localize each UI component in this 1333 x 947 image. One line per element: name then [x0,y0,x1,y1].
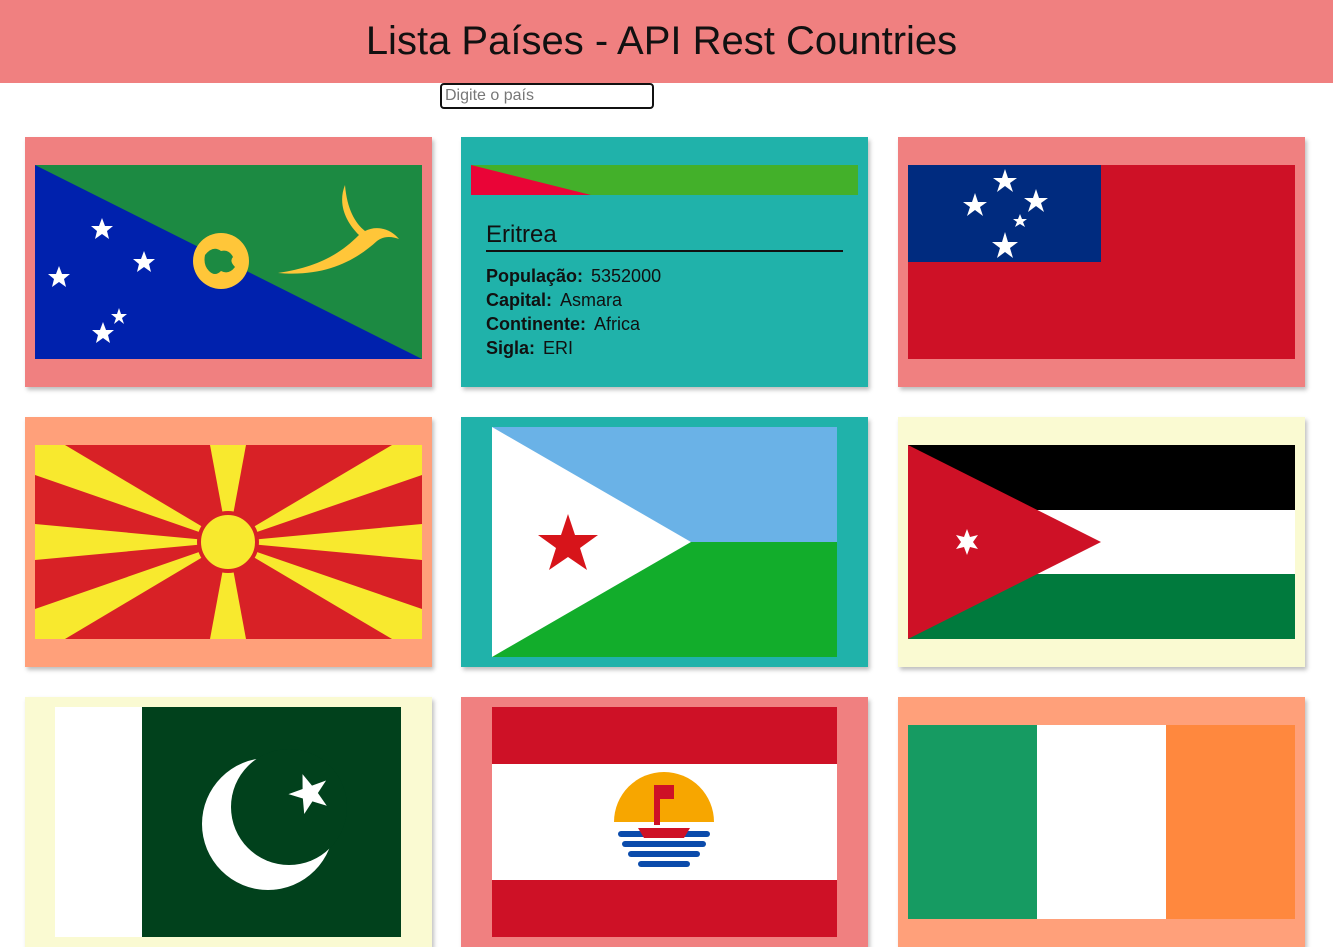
page-title: Lista Países - API Rest Countries [365,19,958,63]
continent-value: Africa [593,314,640,334]
country-card[interactable] [898,137,1305,387]
country-card-eritrea[interactable]: Eritrea População: 5352000 Capital: Asmara… [461,137,868,387]
samoa-flag [908,165,1295,359]
code-row: Sigla: ERI [486,336,843,360]
country-card[interactable] [461,697,868,947]
french-polynesia-flag [492,707,837,937]
population-row: População: 5352000 [486,264,843,288]
country-card[interactable] [25,137,432,387]
country-card[interactable] [898,417,1305,667]
continent-label: Continente: [486,314,586,334]
jordan-flag [908,445,1295,639]
code-value: ERI [543,338,574,358]
code-label: Sigla: [486,338,536,358]
capital-row: Capital: Asmara [486,288,843,312]
country-name: Eritrea [486,221,843,252]
population-value: 5352000 [591,266,662,286]
djibouti-flag [492,427,837,657]
eritrea-flag [471,165,858,195]
population-label: População: [486,266,584,286]
pakistan-flag [55,707,401,937]
country-card[interactable] [898,697,1305,947]
continent-row: Continente: Africa [486,312,843,336]
country-card[interactable] [461,417,868,667]
christmas-island-flag [35,165,422,359]
country-card[interactable] [25,417,432,667]
capital-value: Asmara [560,290,623,310]
page-header: Lista Países - API Rest Countries [0,0,1333,83]
country-search-input[interactable] [440,83,654,109]
country-info: Eritrea População: 5352000 Capital: Asmara… [486,221,843,360]
country-card[interactable] [25,697,432,947]
ireland-flag [908,725,1295,919]
north-macedonia-flag [35,445,422,639]
capital-label: Capital: [486,290,553,310]
